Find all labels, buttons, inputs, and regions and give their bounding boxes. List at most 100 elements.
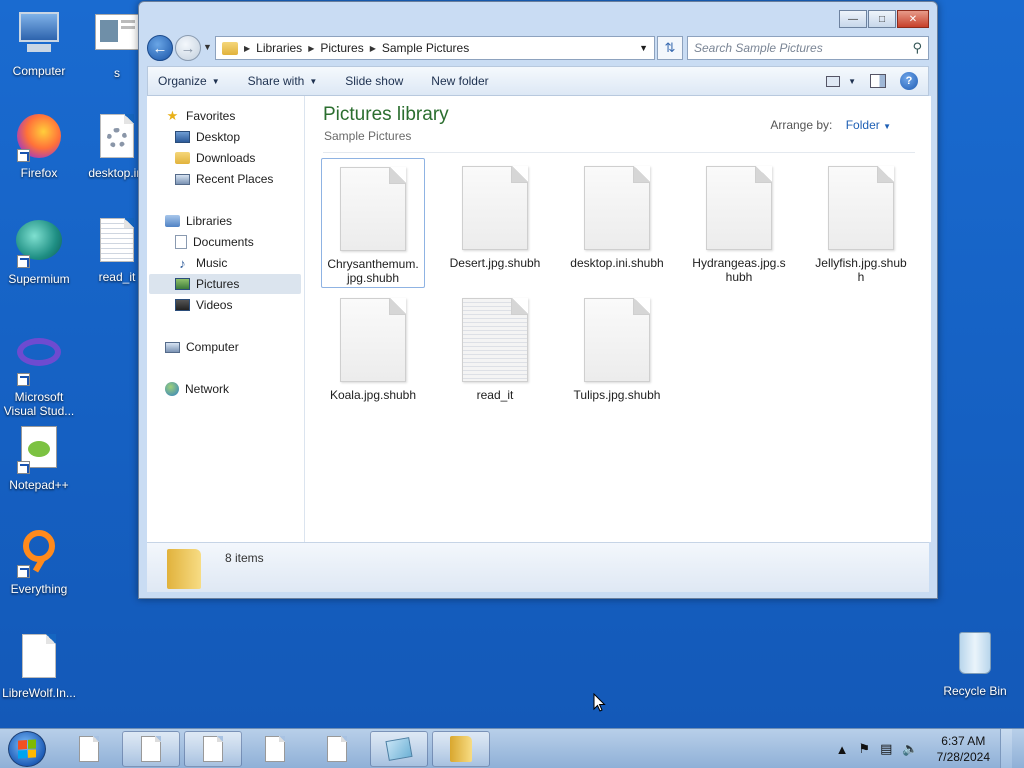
desktop-icon-everything[interactable]: Everything	[0, 530, 78, 596]
recent-pages-dropdown[interactable]: ▼	[203, 42, 212, 52]
close-button[interactable]: ✕	[897, 10, 929, 28]
taskbar-item[interactable]	[184, 731, 242, 767]
taskbar-item[interactable]	[246, 731, 304, 767]
address-bar[interactable]: ▶ Libraries ▶ Pictures ▶ Sample Pictures…	[215, 36, 655, 60]
computer-icon	[15, 12, 63, 60]
library-title: Pictures library	[323, 104, 449, 125]
arrange-by-dropdown[interactable]: Folder ▼	[846, 118, 891, 132]
back-button[interactable]: ←	[147, 35, 173, 61]
help-button[interactable]: ?	[900, 72, 918, 90]
maximize-icon: □	[878, 13, 886, 25]
search-input[interactable]: Search Sample Pictures ⚲	[687, 36, 929, 60]
chevron-right-icon[interactable]: ▶	[244, 44, 250, 53]
arrange-by-value: Folder	[845, 118, 880, 132]
blank-file-icon	[340, 167, 406, 251]
nav-pictures[interactable]: Pictures	[149, 274, 301, 294]
blank-file-icon	[706, 166, 772, 250]
desktop-icon-recycle-bin[interactable]: Recycle Bin	[936, 630, 1014, 698]
folder-icon	[222, 41, 238, 55]
forward-button[interactable]: →	[175, 35, 201, 61]
arrange-by-label: Arrange by:	[770, 118, 833, 132]
desktop-icon-visual-studio[interactable]: Microsoft Visual Stud...	[0, 330, 78, 418]
chevron-down-icon[interactable]: ▼	[639, 43, 648, 53]
file-item[interactable]: Desert.jpg.shubh	[443, 158, 547, 288]
taskbar-item[interactable]	[122, 731, 180, 767]
desktop-icon-label: Everything	[10, 582, 68, 596]
breadcrumb-sample-pictures[interactable]: Sample Pictures	[382, 41, 469, 55]
nav-recent-places[interactable]: Recent Places	[175, 169, 273, 189]
chevron-down-icon: ▼	[211, 76, 220, 86]
breadcrumb-pictures[interactable]: Pictures	[320, 41, 363, 55]
clock[interactable]: 6:37 AM 7/28/2024	[937, 733, 990, 765]
taskbar-item[interactable]	[370, 731, 428, 767]
desktop-icon	[175, 131, 190, 143]
nav-music[interactable]: ♪ Music	[175, 253, 227, 273]
start-button[interactable]	[8, 731, 46, 767]
folder-icon	[450, 736, 472, 762]
desktop-icon-firefox[interactable]: Firefox	[0, 114, 78, 180]
close-icon: ✕	[908, 13, 918, 25]
arrow-right-icon: →	[180, 39, 196, 57]
desktop-icon-librewolf[interactable]: LibreWolf.In...	[0, 634, 78, 700]
slide-show-button[interactable]: Slide show	[345, 74, 403, 88]
new-folder-button[interactable]: New folder	[431, 74, 488, 88]
file-icon	[141, 736, 161, 762]
file-name: desktop.ini.shubh	[570, 256, 664, 270]
desktop-icon-notepadpp[interactable]: Notepad++	[0, 426, 78, 492]
desktop-icon-label: Firefox	[20, 166, 58, 180]
nav-network[interactable]: Network	[165, 379, 229, 399]
nav-favorites[interactable]: ★ Favorites	[165, 106, 236, 126]
nav-label: Favorites	[186, 109, 236, 123]
libraries-icon	[165, 215, 180, 227]
refresh-icon: ⇅	[664, 40, 676, 55]
file-icon	[203, 736, 223, 762]
file-item[interactable]: Chrysanthemum.jpg.shubh	[321, 158, 425, 288]
speaker-icon[interactable]: 🔈	[902, 741, 918, 757]
taskbar-item[interactable]	[308, 731, 366, 767]
organize-button[interactable]: Organize ▼	[158, 74, 220, 88]
desktop-icon-computer[interactable]: Computer	[0, 10, 78, 78]
nav-videos[interactable]: Videos	[175, 295, 232, 315]
nav-desktop[interactable]: Desktop	[175, 127, 240, 147]
blank-file-icon	[15, 634, 63, 682]
breadcrumb-libraries[interactable]: Libraries	[256, 41, 302, 55]
chevron-right-icon[interactable]: ▶	[370, 44, 376, 53]
chevron-down-icon: ▼	[883, 122, 891, 131]
file-item[interactable]: desktop.ini.shubh	[565, 158, 669, 288]
file-item[interactable]: Hydrangeas.jpg.shubh	[687, 158, 791, 288]
change-view-button[interactable]: ▼	[826, 75, 856, 87]
file-item[interactable]: Koala.jpg.shubh	[321, 290, 425, 420]
flag-icon[interactable]: ⚑	[858, 741, 870, 757]
file-item[interactable]: read_it	[443, 290, 547, 420]
chevron-right-icon[interactable]: ▶	[308, 44, 314, 53]
network-icon[interactable]: ▤	[880, 741, 892, 757]
maximize-button[interactable]: □	[868, 10, 896, 28]
clock-date: 7/28/2024	[936, 750, 990, 764]
chevron-up-icon[interactable]: ▲	[836, 742, 849, 757]
file-name: Hydrangeas.jpg.shubh	[692, 256, 786, 284]
documents-icon	[175, 235, 187, 249]
taskbar-item-explorer[interactable]	[432, 731, 490, 767]
share-with-button[interactable]: Share with ▼	[248, 74, 318, 88]
nav-downloads[interactable]: Downloads	[175, 148, 255, 168]
file-name: Tulips.jpg.shubh	[573, 388, 661, 402]
nav-computer[interactable]: Computer	[165, 337, 239, 357]
organize-label: Organize	[158, 74, 207, 88]
preview-pane-button[interactable]	[870, 74, 886, 88]
taskbar-item[interactable]	[60, 731, 118, 767]
nav-documents[interactable]: Documents	[175, 232, 254, 252]
desktop-icon-supermium[interactable]: Supermium	[0, 218, 78, 286]
file-item[interactable]: Jellyfish.jpg.shubh	[809, 158, 913, 288]
show-desktop-button[interactable]	[1000, 729, 1012, 768]
text-file-icon	[462, 298, 528, 382]
shortcut-arrow-icon	[17, 565, 30, 578]
search-icon[interactable]: ⚲	[912, 40, 922, 56]
refresh-button[interactable]: ⇅	[657, 36, 683, 60]
nav-label: Libraries	[186, 214, 233, 228]
search-placeholder: Search Sample Pictures	[694, 41, 823, 55]
file-item[interactable]: Tulips.jpg.shubh	[565, 290, 669, 420]
desktop-icon-label: Supermium	[8, 272, 70, 286]
nav-label: Documents	[193, 235, 254, 249]
nav-libraries[interactable]: Libraries	[165, 211, 232, 231]
minimize-button[interactable]: —	[839, 10, 867, 28]
